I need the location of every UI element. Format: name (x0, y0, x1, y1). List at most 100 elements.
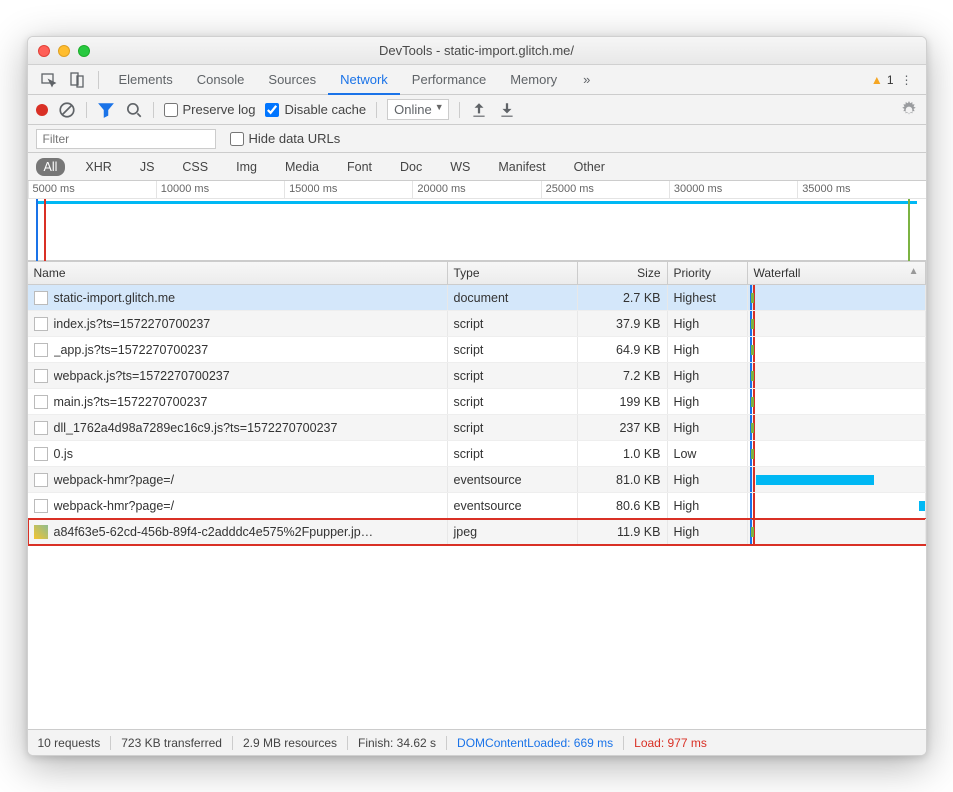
cell-priority: Highest (668, 285, 748, 310)
download-har-icon[interactable] (498, 101, 516, 119)
filter-input[interactable] (36, 129, 216, 149)
type-filter-css[interactable]: CSS (174, 158, 216, 176)
column-priority[interactable]: Priority (668, 262, 748, 284)
type-filter-manifest[interactable]: Manifest (490, 158, 553, 176)
disable-cache-checkbox[interactable]: Disable cache (265, 102, 366, 117)
status-requests: 10 requests (38, 736, 101, 750)
throttling-select[interactable]: Online (387, 99, 449, 120)
table-row[interactable]: main.js?ts=1572270700237script199 KBHigh (28, 389, 926, 415)
hide-data-urls-checkbox[interactable]: Hide data URLs (230, 131, 341, 146)
cell-name: webpack.js?ts=1572270700237 (28, 363, 448, 388)
table-row[interactable]: webpack-hmr?page=/eventsource80.6 KBHigh (28, 493, 926, 519)
zoom-window-button[interactable] (78, 45, 90, 57)
file-icon (34, 499, 48, 513)
disable-cache-input[interactable] (265, 103, 279, 117)
type-filter-js[interactable]: JS (132, 158, 163, 176)
inspect-element-icon[interactable] (36, 69, 62, 91)
tab-sources[interactable]: Sources (256, 65, 328, 95)
table-row[interactable]: webpack-hmr?page=/eventsource81.0 KBHigh (28, 467, 926, 493)
cell-name: 0.js (28, 441, 448, 466)
type-filter-xhr[interactable]: XHR (77, 158, 119, 176)
type-filter-ws[interactable]: WS (442, 158, 478, 176)
timeline-tick: 20000 ms (412, 181, 540, 198)
cell-name: main.js?ts=1572270700237 (28, 389, 448, 414)
cell-type: eventsource (448, 467, 578, 492)
tab-network[interactable]: Network (328, 65, 400, 95)
network-table-header: Name Type Size Priority Waterfall ▲ (28, 261, 926, 285)
cell-name: webpack-hmr?page=/ (28, 493, 448, 518)
table-row[interactable]: webpack.js?ts=1572270700237script7.2 KBH… (28, 363, 926, 389)
file-icon (34, 317, 48, 331)
window-title: DevTools - static-import.glitch.me/ (379, 43, 574, 58)
column-name[interactable]: Name (28, 262, 448, 284)
file-icon (34, 291, 48, 305)
main-tabbar: ElementsConsoleSourcesNetworkPerformance… (28, 65, 926, 95)
file-name: _app.js?ts=1572270700237 (54, 343, 209, 357)
preserve-log-checkbox[interactable]: Preserve log (164, 102, 256, 117)
column-size[interactable]: Size (578, 262, 668, 284)
tab-memory[interactable]: Memory (498, 65, 569, 95)
file-icon (34, 421, 48, 435)
tab-console[interactable]: Console (185, 65, 257, 95)
table-row[interactable]: static-import.glitch.medocument2.7 KBHig… (28, 285, 926, 311)
filter-icon[interactable] (97, 101, 115, 119)
search-icon[interactable] (125, 101, 143, 119)
filter-bar: Hide data URLs (28, 125, 926, 153)
upload-har-icon[interactable] (470, 101, 488, 119)
settings-menu-button[interactable]: ⋮ (896, 73, 918, 87)
preserve-log-input[interactable] (164, 103, 178, 117)
type-filter-font[interactable]: Font (339, 158, 380, 176)
network-settings-icon[interactable] (900, 101, 918, 119)
table-row[interactable]: 0.jsscript1.0 KBLow (28, 441, 926, 467)
file-name: index.js?ts=1572270700237 (54, 317, 211, 331)
table-row[interactable]: _app.js?ts=1572270700237script64.9 KBHig… (28, 337, 926, 363)
clear-button[interactable] (58, 101, 76, 119)
device-toolbar-icon[interactable] (64, 69, 90, 91)
cell-type: script (448, 337, 578, 362)
timeline-tick: 35000 ms (797, 181, 925, 198)
warnings-badge[interactable]: ▲ 1 (871, 73, 894, 87)
table-row[interactable]: dll_1762a4d98a7289ec16c9.js?ts=157227070… (28, 415, 926, 441)
cell-type: script (448, 363, 578, 388)
file-name: webpack-hmr?page=/ (54, 499, 175, 513)
timeline-ruler: 5000 ms10000 ms15000 ms20000 ms25000 ms3… (28, 181, 926, 199)
cell-size: 11.9 KB (578, 519, 668, 544)
table-row[interactable]: index.js?ts=1572270700237script37.9 KBHi… (28, 311, 926, 337)
cell-size: 81.0 KB (578, 467, 668, 492)
cell-type: jpeg (448, 519, 578, 544)
column-type[interactable]: Type (448, 262, 578, 284)
column-waterfall[interactable]: Waterfall ▲ (748, 262, 926, 284)
type-filter-other[interactable]: Other (566, 158, 613, 176)
file-name: main.js?ts=1572270700237 (54, 395, 208, 409)
cell-priority: High (668, 415, 748, 440)
cell-waterfall (748, 337, 926, 362)
network-table-body: static-import.glitch.medocument2.7 KBHig… (28, 285, 926, 729)
cell-size: 2.7 KB (578, 285, 668, 310)
record-button[interactable] (36, 104, 48, 116)
type-filter-media[interactable]: Media (277, 158, 327, 176)
warning-count: 1 (887, 73, 894, 87)
cell-waterfall (748, 285, 926, 310)
minimize-window-button[interactable] (58, 45, 70, 57)
status-resources: 2.9 MB resources (243, 736, 337, 750)
cell-size: 80.6 KB (578, 493, 668, 518)
close-window-button[interactable] (38, 45, 50, 57)
type-filter-doc[interactable]: Doc (392, 158, 430, 176)
cell-waterfall (748, 311, 926, 336)
timeline-overview[interactable]: 5000 ms10000 ms15000 ms20000 ms25000 ms3… (28, 181, 926, 261)
cell-size: 7.2 KB (578, 363, 668, 388)
tab-elements[interactable]: Elements (107, 65, 185, 95)
cell-waterfall (748, 389, 926, 414)
traffic-lights (38, 45, 90, 57)
table-row[interactable]: a84f63e5-62cd-456b-89f4-c2adddc4e575%2Fp… (28, 519, 926, 545)
more-tabs-button[interactable]: » (571, 65, 602, 95)
hide-data-urls-input[interactable] (230, 132, 244, 146)
devtools-window: DevTools - static-import.glitch.me/ Elem… (27, 36, 927, 756)
tab-performance[interactable]: Performance (400, 65, 498, 95)
type-filter-img[interactable]: Img (228, 158, 265, 176)
cell-priority: High (668, 467, 748, 492)
cell-type: script (448, 389, 578, 414)
timeline-tick: 15000 ms (284, 181, 412, 198)
type-filter-all[interactable]: All (36, 158, 66, 176)
cell-type: script (448, 311, 578, 336)
